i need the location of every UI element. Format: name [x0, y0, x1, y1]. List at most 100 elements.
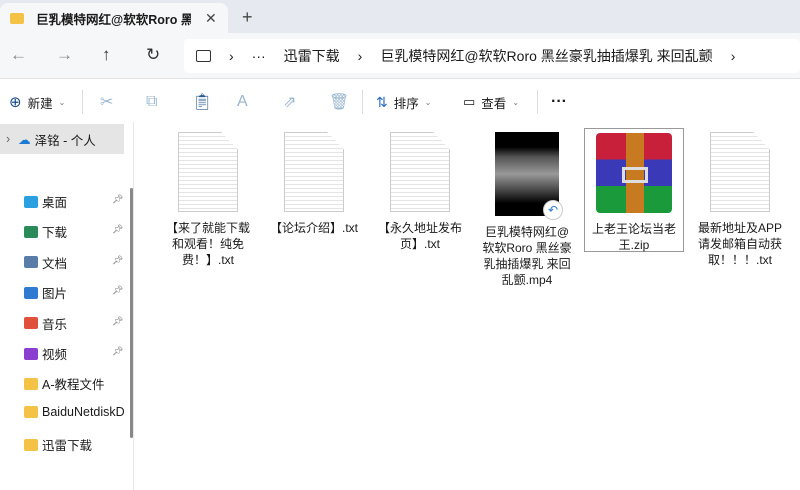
sidebar-item[interactable]: 下载: [24, 222, 124, 241]
pin-icon: 📌︎: [112, 315, 124, 326]
pin-icon: 📌︎: [112, 254, 124, 265]
sort-label: 排序: [393, 96, 419, 111]
navigation-bar: ← → ↑ ↻ › ··· 迅雷下载 › 巨乳模特网红@软软Roro 黑丝豪乳抽…: [0, 33, 800, 79]
sidebar-item-label: 文档: [42, 256, 68, 271]
text-file-icon: [390, 132, 450, 212]
share-icon[interactable]: ⇗: [283, 92, 296, 112]
library-icon: [24, 347, 38, 360]
copy-icon[interactable]: ⧉: [146, 93, 157, 111]
text-file-icon: [178, 132, 238, 212]
view-icon: ▭: [463, 94, 476, 109]
tab-title: 巨乳模特网红@软软Roro 黑丝豪乳抽插爆乳 来回乱颤: [36, 12, 191, 27]
library-icon: [24, 195, 38, 208]
file-name: 【来了就能下载和观看！纯免费！】.txt: [165, 221, 250, 267]
folder-icon: [24, 377, 38, 390]
close-tab-icon[interactable]: ✕: [205, 10, 217, 27]
library-icon: [24, 286, 38, 299]
address-bar[interactable]: › ··· 迅雷下载 › 巨乳模特网红@软软Roro 黑丝豪乳抽插爆乳 来回乱颤…: [184, 39, 800, 73]
file-name: 【论坛介绍】.txt: [269, 221, 358, 235]
sidebar-item-label: 迅雷下载: [42, 439, 93, 454]
more-options-button[interactable]: ···: [551, 93, 567, 111]
sidebar-item[interactable]: 音乐: [24, 314, 124, 333]
file-item[interactable]: ↶ 巨乳模特网红@软软Roro 黑丝豪乳抽插爆乳 来回乱颤.mp4: [477, 132, 577, 288]
shortcut-arrow-icon: ↶: [543, 200, 563, 220]
up-button[interactable]: ↑: [102, 45, 111, 65]
view-button[interactable]: ▭ 查看 ⌄: [463, 93, 519, 112]
library-icon: [24, 225, 38, 238]
sidebar-item-onedrive[interactable]: › ☁ 泽铭 - 个人: [0, 124, 124, 154]
divider: [362, 90, 363, 114]
sort-button[interactable]: ⇅ 排序 ⌄: [376, 93, 431, 112]
sidebar-item-label: 视频: [42, 348, 68, 362]
sidebar-item[interactable]: BaiduNetdiskD: [24, 405, 124, 419]
folder-icon: [10, 12, 24, 24]
pin-icon: 📌︎: [112, 224, 124, 235]
sidebar-item[interactable]: 桌面: [24, 192, 124, 211]
file-item[interactable]: 上老王论坛当老王.zip: [584, 128, 684, 252]
pin-icon: 📌︎: [112, 285, 124, 296]
file-name: 最新地址及APP请发邮箱自动获取！！！.txt: [697, 221, 782, 267]
sort-icon: ⇅: [376, 93, 388, 110]
pin-icon: 📌︎: [112, 194, 124, 204]
winrar-archive-icon: [596, 133, 672, 213]
new-button[interactable]: ⊕ 新建 ⌄: [9, 93, 65, 112]
chevron-down-icon: ⌄: [512, 97, 520, 107]
breadcrumb-more[interactable]: ···: [252, 48, 266, 64]
sidebar-item[interactable]: 图片: [24, 283, 124, 302]
tab-current[interactable]: 巨乳模特网红@软软Roro 黑丝豪乳抽插爆乳 来回乱颤 ✕: [0, 3, 228, 33]
paste-icon[interactable]: 📋︎: [192, 92, 212, 112]
breadcrumb-item[interactable]: 迅雷下载: [284, 46, 340, 66]
file-name: 巨乳模特网红@软软Roro 黑丝豪乳抽插爆乳 来回乱颤.mp4: [482, 225, 572, 287]
divider: [537, 90, 538, 114]
cut-icon[interactable]: ✂: [100, 92, 113, 112]
refresh-button[interactable]: ↻: [146, 45, 160, 65]
view-label: 查看: [481, 96, 507, 111]
sidebar-item-label: BaiduNetdiskD: [42, 404, 124, 419]
sidebar-item-label: 音乐: [42, 317, 68, 332]
new-label: 新建: [27, 96, 53, 111]
command-bar: ⊕ 新建 ⌄ ✂ ⧉ 📋︎ A ⇗ 🗑︎ ⇅ 排序 ⌄ ▭ 查看 ⌄ ···: [0, 86, 800, 118]
text-file-icon: [710, 132, 770, 212]
delete-icon[interactable]: 🗑︎: [329, 92, 349, 112]
chevron-down-icon: ⌄: [58, 97, 66, 107]
folder-icon: [24, 405, 38, 418]
breadcrumb-item[interactable]: 巨乳模特网红@软软Roro 黑丝豪乳抽插爆乳 来回乱颤: [380, 46, 712, 66]
file-item[interactable]: 【论坛介绍】.txt: [264, 132, 364, 236]
library-icon: [24, 317, 38, 330]
sidebar-item[interactable]: 迅雷下载: [24, 435, 124, 454]
tab-bar: 巨乳模特网红@软软Roro 黑丝豪乳抽插爆乳 来回乱颤 ✕ +: [0, 0, 800, 33]
sidebar-item-label: 图片: [42, 287, 68, 302]
file-name: 上老王论坛当老王.zip: [591, 222, 676, 252]
sidebar-item-label: 桌面: [42, 196, 68, 210]
sidebar-item-label: 泽铭 - 个人: [34, 133, 96, 148]
cloud-icon: ☁: [18, 132, 31, 147]
divider: [82, 90, 83, 114]
new-tab-button[interactable]: +: [242, 7, 253, 28]
library-icon: [24, 256, 38, 269]
forward-button[interactable]: →: [56, 45, 73, 65]
pin-icon: 📌︎: [112, 346, 124, 356]
sidebar-item[interactable]: 视频: [24, 344, 124, 363]
plus-circle-icon: ⊕: [9, 94, 22, 111]
chevron-right-icon[interactable]: ›: [6, 132, 10, 146]
file-name: 【永久地址发布页】.txt: [377, 221, 462, 251]
sidebar-item[interactable]: 文档: [24, 253, 124, 272]
text-file-icon: [284, 132, 344, 212]
back-button[interactable]: ←: [10, 45, 27, 65]
file-item[interactable]: 最新地址及APP请发邮箱自动获取！！！.txt: [690, 132, 790, 268]
sidebar-item-label: A-教程文件: [42, 378, 105, 393]
file-item[interactable]: 【永久地址发布页】.txt: [370, 132, 470, 252]
breadcrumb-separator[interactable]: ›: [358, 48, 363, 64]
folder-icon: [24, 438, 38, 451]
computer-icon: [196, 50, 211, 62]
video-thumbnail: ↶: [495, 132, 563, 220]
breadcrumb-separator[interactable]: ›: [229, 48, 234, 64]
sidebar-item-label: 下载: [42, 226, 68, 241]
chevron-down-icon: ⌄: [424, 97, 432, 107]
breadcrumb-separator[interactable]: ›: [731, 48, 736, 64]
sidebar-item[interactable]: A-教程文件: [24, 374, 124, 393]
file-item[interactable]: 【来了就能下载和观看！纯免费！】.txt: [158, 132, 258, 268]
navigation-pane: › ☁ 泽铭 - 个人 桌面 📌︎ 下载 📌︎ 文档 📌︎ 图片 📌︎ 音乐 📌︎ 视频 📌︎ A-教程…: [0, 122, 134, 490]
rename-icon[interactable]: A: [237, 93, 248, 111]
scrollbar[interactable]: [130, 188, 133, 438]
